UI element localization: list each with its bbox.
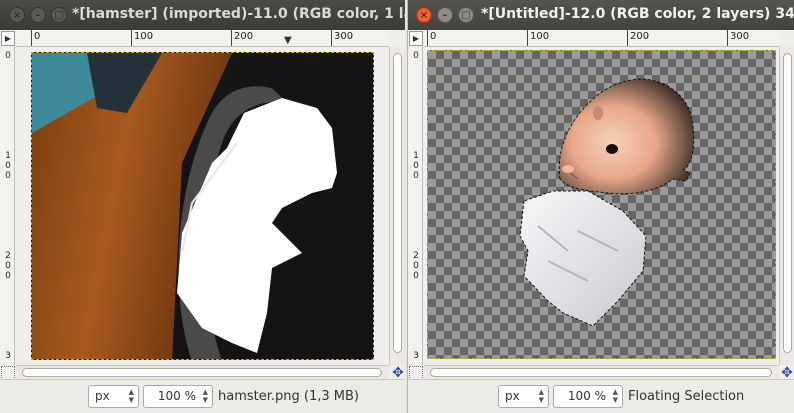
horizontal-scrollbar[interactable] (16, 365, 389, 379)
zoom-value: 100 % (567, 389, 606, 403)
maximize-button[interactable]: □ (51, 7, 67, 23)
ruler-label: 100 (413, 151, 419, 181)
ruler-label: 200 (5, 251, 11, 281)
ruler-label: 3 (5, 351, 11, 361)
unit-selector[interactable]: px ▲ ▼ (88, 385, 139, 408)
navigate-icon[interactable]: ✥ (780, 366, 794, 380)
ruler-label: 300 (334, 31, 354, 42)
image-menu-button[interactable]: ▶ (409, 31, 423, 46)
ruler-label: 300 (730, 31, 750, 42)
menu-arrow-icon: ▶ (4, 34, 12, 43)
close-button[interactable]: × (9, 7, 25, 23)
close-button[interactable]: × (416, 7, 432, 23)
ruler-label: 3 (413, 351, 419, 361)
status-text: Floating Selection (628, 389, 745, 404)
maximize-button[interactable]: □ (458, 7, 474, 23)
close-icon: × (12, 10, 22, 21)
horizontal-scrollbar[interactable] (424, 365, 779, 379)
scroll-thumb[interactable] (783, 53, 792, 353)
horizontal-ruler[interactable]: 0 100 200 300 (424, 30, 779, 47)
unit-value: px (95, 389, 110, 403)
image-window-untitled: × – □ *[Untitled]-12.0 (RGB color, 2 lay… (407, 0, 794, 413)
image-canvas[interactable] (427, 50, 776, 359)
ruler-label: 200 (630, 31, 650, 42)
vertical-ruler[interactable]: 0 100 200 3 (1, 47, 15, 365)
ruler-label: 200 (234, 31, 254, 42)
ruler-label: 100 (134, 31, 154, 42)
ruler-label: 0 (34, 31, 41, 42)
status-bar: px ▲ ▼ 100 % ▲ ▼ hamster.png (1,3 MB) (0, 379, 405, 413)
menu-arrow-icon: ▶ (412, 34, 420, 43)
maximize-icon: □ (54, 10, 64, 21)
chevron-updown-icon: ▲ ▼ (612, 388, 618, 404)
status-text: hamster.png (1,3 MB) (218, 389, 359, 404)
vertical-scrollbar[interactable] (389, 47, 405, 365)
image-menu-button[interactable]: ▶ (1, 31, 15, 46)
chevron-updown-icon: ▲ ▼ (538, 388, 544, 404)
zoom-selector[interactable]: 100 % ▲ ▼ (553, 385, 623, 408)
title-bar[interactable]: × – □ *[Untitled]-12.0 (RGB color, 2 lay… (408, 0, 794, 30)
scroll-thumb[interactable] (22, 368, 382, 377)
window-title: *[Untitled]-12.0 (RGB color, 2 layers) 3… (481, 6, 794, 22)
quick-mask-icon[interactable] (409, 366, 423, 380)
image-canvas[interactable] (31, 52, 374, 360)
ruler-label: 0 (430, 31, 437, 42)
chevron-updown-icon: ▲ ▼ (128, 388, 134, 404)
minimize-button[interactable]: – (30, 7, 46, 23)
floating-hamster-cutout (519, 78, 695, 327)
unit-selector[interactable]: px ▲ ▼ (498, 385, 549, 408)
pointer-marker-icon: ▼ (284, 35, 292, 46)
ruler-label: 100 (5, 151, 11, 181)
navigate-icon[interactable]: ✥ (391, 366, 405, 380)
quick-mask-icon[interactable] (1, 366, 15, 380)
vertical-scrollbar[interactable] (779, 47, 794, 365)
zoom-value: 100 % (157, 389, 196, 403)
unit-value: px (505, 389, 520, 403)
close-icon: × (419, 10, 429, 21)
ruler-label: 200 (413, 251, 419, 281)
minimize-icon: – (35, 10, 41, 21)
zoom-selector[interactable]: 100 % ▲ ▼ (143, 385, 213, 408)
window-title: *[hamster] (imported)-11.0 (RGB color, 1… (72, 6, 405, 22)
image-window-hamster: × – □ *[hamster] (imported)-11.0 (RGB co… (0, 0, 405, 413)
vertical-ruler[interactable]: 0 100 200 3 (409, 47, 423, 365)
ruler-label: 0 (413, 51, 419, 61)
scroll-thumb[interactable] (430, 368, 772, 377)
scroll-thumb[interactable] (393, 53, 402, 353)
hamster-photo-with-mask (32, 53, 373, 359)
minimize-button[interactable]: – (437, 7, 453, 23)
status-bar: px ▲ ▼ 100 % ▲ ▼ Floating Selection (408, 379, 794, 413)
minimize-icon: – (442, 10, 448, 21)
title-bar[interactable]: × – □ *[hamster] (imported)-11.0 (RGB co… (0, 0, 405, 30)
ruler-label: 100 (530, 31, 550, 42)
ruler-label: 0 (5, 51, 11, 61)
maximize-icon: □ (461, 10, 471, 21)
chevron-updown-icon: ▲ ▼ (202, 388, 208, 404)
horizontal-ruler[interactable]: 0 100 200 300 ▼ (16, 30, 389, 47)
